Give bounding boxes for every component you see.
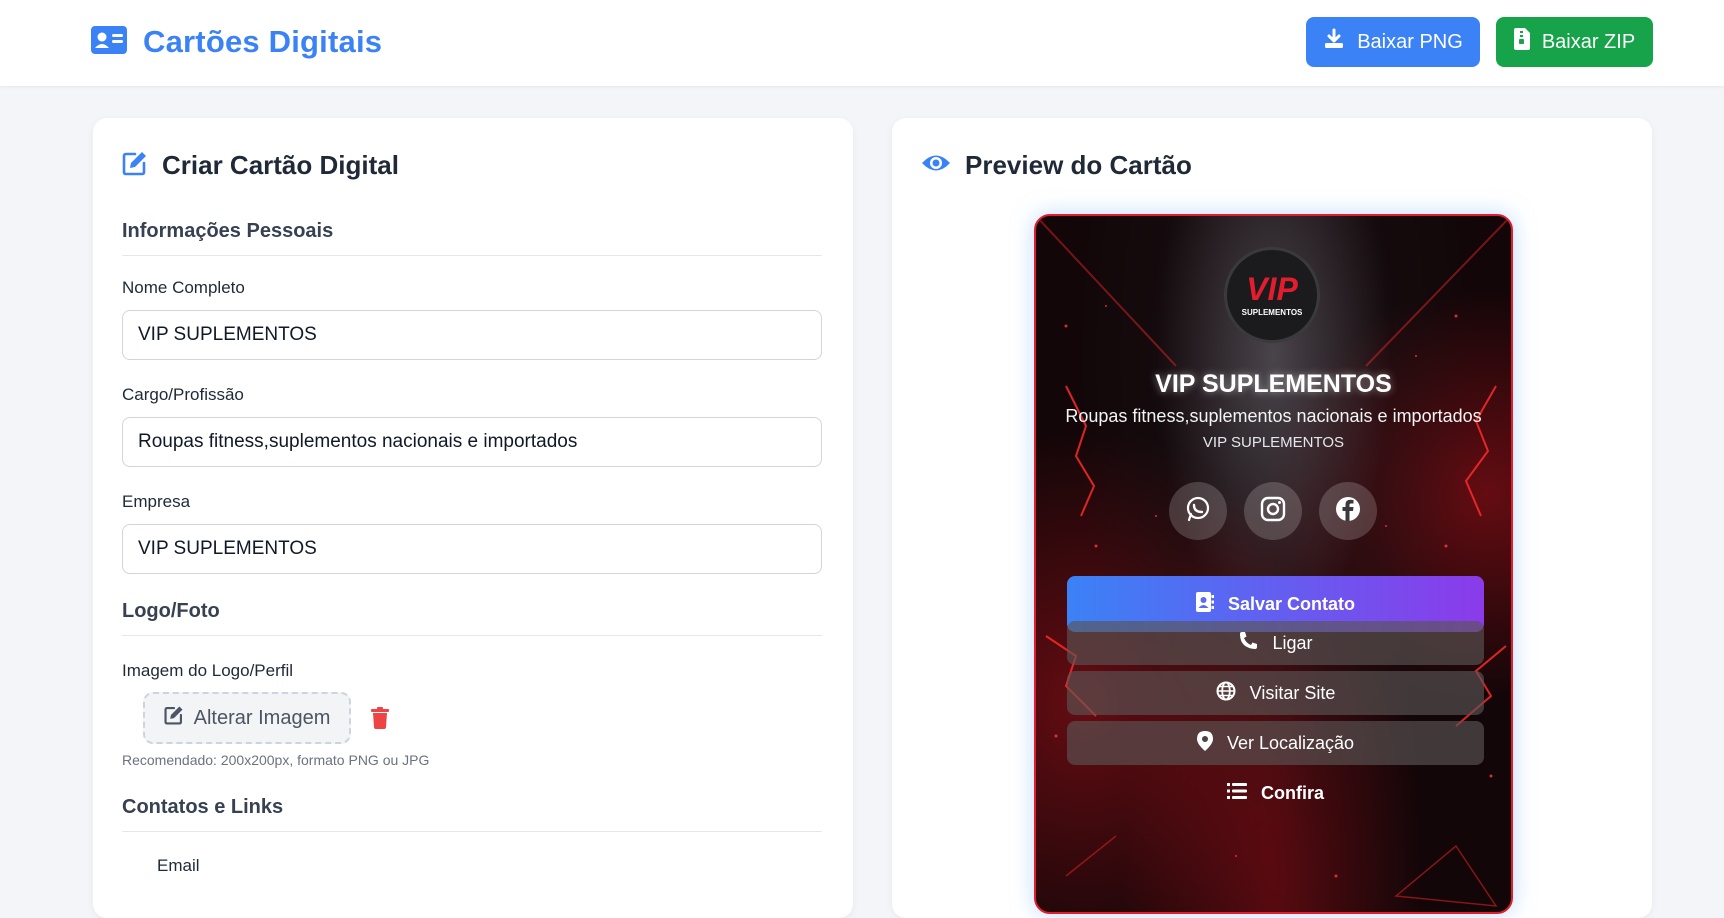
- whatsapp-button[interactable]: [1169, 482, 1227, 540]
- company-label: Empresa: [122, 492, 191, 511]
- role-input[interactable]: [122, 417, 822, 467]
- more-label: Confira: [1261, 782, 1324, 803]
- map-pin-icon: [1196, 730, 1213, 756]
- zip-file-icon: [1513, 28, 1530, 56]
- more-button[interactable]: Confira: [1067, 771, 1484, 815]
- facebook-icon: [1335, 496, 1361, 527]
- name-input[interactable]: [122, 310, 822, 360]
- logo-hint: Recomendado: 200x200px, formato PNG ou J…: [122, 752, 430, 768]
- save-contact-label: Salvar Contato: [1227, 593, 1356, 614]
- location-label: Ver Localização: [1226, 732, 1355, 753]
- svg-text:VIP: VIP: [1246, 271, 1298, 307]
- section-personal-info: Informações Pessoais: [122, 220, 822, 256]
- call-label: Ligar: [1272, 632, 1313, 653]
- change-image-button[interactable]: Alterar Imagem: [143, 692, 351, 744]
- form-panel: Criar Cartão Digital Informações Pessoai…: [93, 118, 853, 918]
- call-button[interactable]: Ligar: [1067, 621, 1484, 665]
- globe-icon: [1216, 681, 1236, 706]
- brand: Cartões Digitais: [91, 24, 382, 60]
- card-company: VIP SUPLEMENTOS: [1202, 434, 1345, 451]
- form-heading: Criar Cartão Digital: [122, 150, 399, 181]
- instagram-icon: [1260, 496, 1286, 527]
- whatsapp-icon: [1185, 496, 1211, 527]
- avatar: VIP SUPLEMENTOS: [1224, 247, 1320, 343]
- top-bar: Cartões Digitais Baixar PNG Baixar ZIP: [0, 0, 1724, 86]
- logo-label: Imagem do Logo/Perfil: [122, 661, 294, 680]
- card-role: Roupas fitness,suplementos nacionais e i…: [1065, 406, 1482, 426]
- phone-icon: [1238, 631, 1258, 656]
- visit-site-label: Visitar Site: [1249, 682, 1336, 703]
- download-zip-button[interactable]: Baixar ZIP: [1496, 17, 1653, 67]
- svg-text:SUPLEMENTOS: SUPLEMENTOS: [1242, 308, 1303, 317]
- list-icon: [1227, 782, 1247, 805]
- change-image-label: Alterar Imagem: [193, 706, 331, 729]
- email-label: Email: [157, 856, 200, 875]
- edit-icon: [164, 705, 184, 731]
- id-card-icon: [91, 25, 127, 59]
- instagram-button[interactable]: [1244, 482, 1302, 540]
- company-input[interactable]: [122, 524, 822, 574]
- card-name: VIP SUPLEMENTOS: [1155, 370, 1392, 398]
- download-png-button[interactable]: Baixar PNG: [1306, 17, 1480, 67]
- eye-icon: [921, 152, 951, 179]
- download-icon: [1323, 28, 1345, 56]
- section-logo: Logo/Foto: [122, 600, 822, 636]
- visit-site-button[interactable]: Visitar Site: [1067, 671, 1484, 715]
- name-label: Nome Completo: [122, 278, 245, 297]
- location-button[interactable]: Ver Localização: [1067, 721, 1484, 765]
- preview-heading: Preview do Cartão: [921, 150, 1192, 181]
- card-preview: VIP SUPLEMENTOS VIP SUPLEMENTOS Roupas f…: [1034, 214, 1513, 914]
- trash-icon[interactable]: [371, 707, 389, 734]
- form-heading-text: Criar Cartão Digital: [162, 150, 399, 180]
- download-png-label: Baixar PNG: [1357, 30, 1463, 53]
- app-title: Cartões Digitais: [143, 24, 383, 59]
- download-zip-label: Baixar ZIP: [1541, 30, 1636, 53]
- facebook-button[interactable]: [1319, 482, 1377, 540]
- address-book-icon: [1195, 591, 1214, 617]
- preview-heading-text: Preview do Cartão: [965, 150, 1192, 180]
- edit-icon: [122, 150, 148, 181]
- section-contacts: Contatos e Links: [122, 796, 822, 832]
- role-label: Cargo/Profissão: [122, 385, 244, 404]
- vip-logo: VIP SUPLEMENTOS: [1242, 271, 1303, 317]
